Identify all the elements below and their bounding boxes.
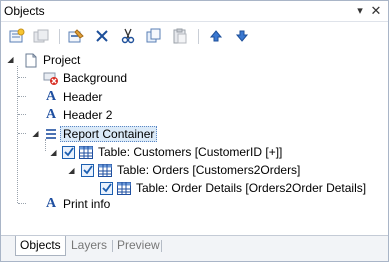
tree-item-table-orders[interactable]: Table: Orders [Customers2Orders]: [81, 161, 300, 179]
tab-preview[interactable]: Preview: [113, 236, 164, 256]
panel-titlebar: Objects ▾ ✕: [1, 1, 388, 22]
tab-layers[interactable]: Layers: [67, 236, 111, 256]
tree-item-report-container[interactable]: Report Container: [43, 125, 158, 143]
tree-item-label: Background: [63, 71, 128, 85]
tree-item-background[interactable]: Background: [43, 69, 127, 87]
toolbar: [1, 23, 388, 49]
properties-icon[interactable]: [67, 27, 85, 45]
text-object-icon: A: [45, 196, 57, 211]
tree-guide-line: [18, 133, 26, 134]
objects-panel: Objects ▾ ✕ ◢ Project Background A Heade…: [0, 0, 389, 262]
panel-title: Objects: [4, 4, 45, 18]
tree-guide-line: [18, 96, 26, 97]
new-object-icon[interactable]: [8, 27, 26, 45]
collapse-icon[interactable]: ◢: [31, 129, 40, 138]
close-icon[interactable]: ✕: [369, 4, 383, 18]
visible-checkbox[interactable]: [100, 181, 113, 195]
move-down-icon[interactable]: [233, 27, 251, 45]
tree-item-table-order-details[interactable]: Table: Order Details [Orders2Order Detai…: [100, 179, 366, 197]
background-disabled-icon: [43, 70, 59, 86]
tab-objects[interactable]: Objects: [15, 236, 66, 256]
visible-checkbox[interactable]: [62, 145, 75, 159]
tree-item-label: Project: [43, 53, 81, 67]
tree-item-label: Table: Orders [Customers2Orders]: [117, 163, 301, 177]
collapse-icon[interactable]: ◢: [67, 166, 76, 175]
table-icon: [78, 144, 94, 160]
toolbar-separator: [59, 29, 60, 44]
tree-item-label: Report Container: [60, 126, 158, 142]
tree-item-label: Header: [63, 90, 103, 104]
table-icon: [97, 162, 113, 178]
visible-checkbox[interactable]: [81, 163, 94, 177]
document-icon: [23, 52, 39, 68]
copy-icon[interactable]: [145, 27, 163, 45]
tree-guide-line: [18, 203, 26, 204]
pin-dropdown-icon[interactable]: ▾: [353, 4, 367, 18]
tree-item-label: Print info: [63, 197, 111, 211]
tree-item-header-2[interactable]: A Header 2: [43, 106, 112, 124]
collapse-icon[interactable]: ◢: [49, 148, 58, 157]
panel-tabs: Objects Layers Preview: [1, 235, 388, 261]
move-up-icon[interactable]: [207, 27, 225, 45]
paste-icon[interactable]: [171, 27, 189, 45]
object-tree: ◢ Project Background A Header A Header 2…: [1, 51, 388, 231]
tree-item-table-customers[interactable]: Table: Customers [CustomerID [+]]: [62, 143, 282, 161]
container-icon: [43, 126, 59, 142]
tree-item-header[interactable]: A Header: [43, 88, 102, 106]
tree-item-print-info[interactable]: A Print info: [43, 195, 110, 213]
delete-icon[interactable]: [93, 27, 111, 45]
table-icon: [116, 180, 132, 196]
tab-separator: [161, 240, 162, 252]
copy-disabled-icon[interactable]: [32, 27, 50, 45]
tree-item-label: Table: Order Details [Orders2Order Detai…: [136, 181, 367, 195]
tree-item-label: Header 2: [63, 108, 113, 122]
text-object-icon: A: [45, 89, 57, 104]
tree-item-label: Table: Customers [CustomerID [+]]: [98, 145, 283, 159]
tree-guide-line: [17, 66, 18, 203]
tree-item-project[interactable]: Project: [23, 51, 80, 69]
collapse-icon[interactable]: ◢: [6, 55, 15, 64]
cut-icon[interactable]: [119, 27, 137, 45]
tree-guide-line: [18, 114, 26, 115]
tree-guide-line: [18, 77, 26, 78]
toolbar-separator: [198, 29, 199, 44]
text-object-icon: A: [45, 107, 57, 122]
